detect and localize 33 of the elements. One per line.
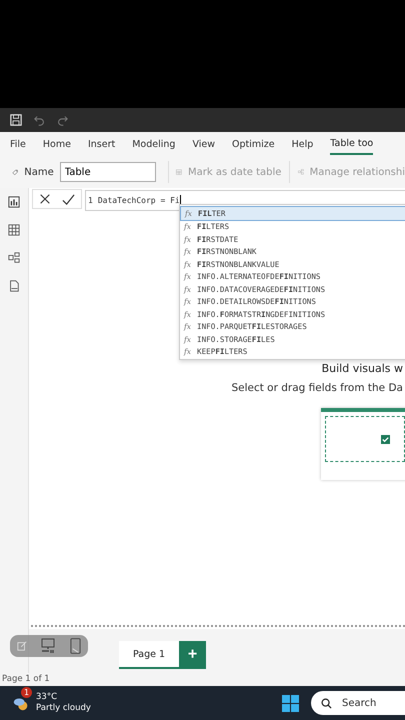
cancel-icon[interactable] [38,193,51,205]
search-field[interactable]: Search [340,696,404,710]
checkbox-icon [381,434,390,444]
search-bar[interactable]: Search [311,691,405,715]
search-icon [321,698,332,708]
commit-icon[interactable] [62,192,76,206]
menu-tab[interactable]: View [192,134,215,154]
menu-tab[interactable]: Optimize [232,134,275,154]
desktop-icon[interactable] [40,638,56,654]
temperature: 33°C [36,692,58,703]
report-view-icon[interactable] [8,196,20,208]
dax-query-icon[interactable] [8,280,20,292]
save-icon[interactable] [10,114,22,126]
canvas-hint: Select or drag fields from the Da [231,382,403,394]
start-icon[interactable] [282,694,299,712]
redo-icon[interactable] [57,114,68,126]
name-label: Name [24,166,54,178]
page-count: Page 1 of 1 [0,673,405,686]
phone-icon[interactable] [70,637,82,655]
menu-tab[interactable]: Modeling [132,134,176,154]
name-field[interactable]: Table [60,162,156,182]
notification-badge: 1 [21,687,32,698]
table-view-icon[interactable] [8,224,20,236]
menu-tab[interactable]: Help [292,134,314,154]
menu-tab[interactable]: File [10,134,26,154]
weather-condition: Partly cloudy [36,703,91,714]
model-view-icon[interactable] [8,252,20,264]
menu-tab[interactable]: Home [42,134,71,154]
add-page-button[interactable]: + [179,641,206,669]
menu-tab[interactable]: Insert [88,134,116,154]
undo-icon[interactable] [34,114,45,126]
page-tab[interactable]: Page 1 [119,641,180,669]
canvas-heading: Build visuals w [322,362,403,375]
